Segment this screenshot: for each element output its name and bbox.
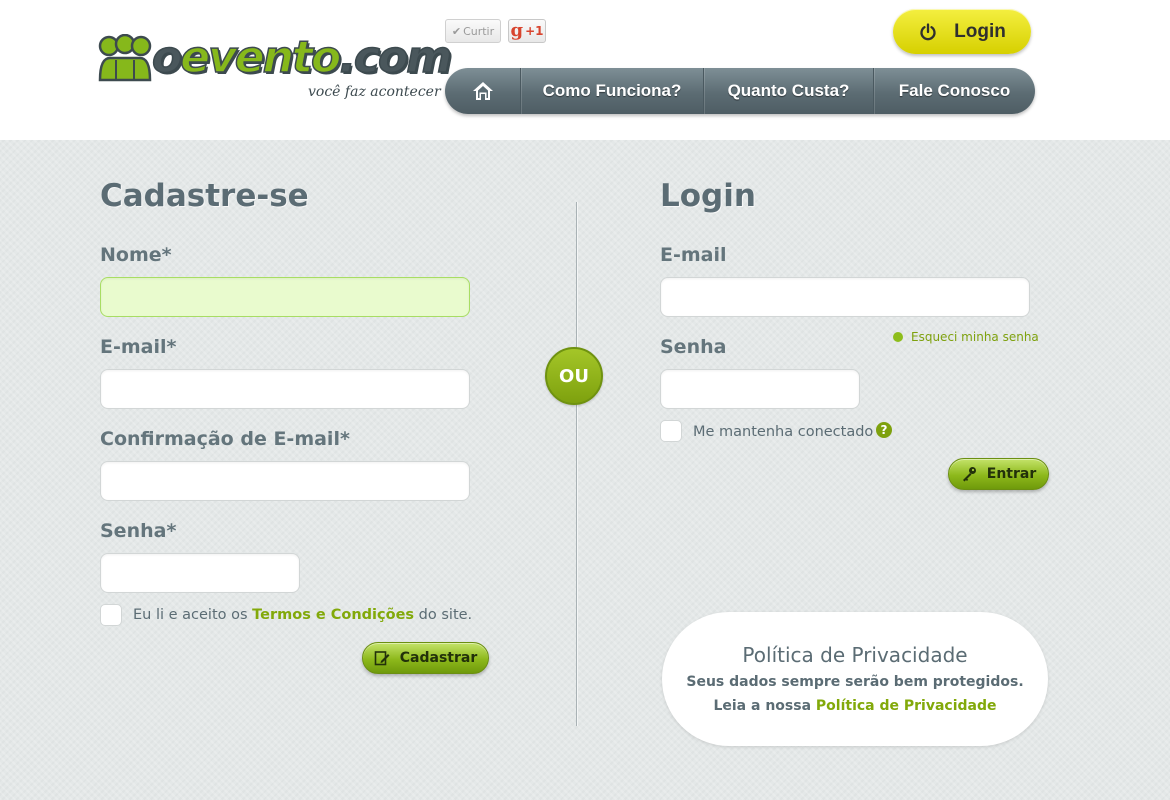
terms-text: Eu li e aceito os Termos e Condições do … <box>133 607 473 623</box>
email-confirm-label: Confirmação de E-mail* <box>100 428 350 450</box>
or-badge: OU <box>545 347 603 405</box>
email-label: E-mail* <box>100 336 177 358</box>
nav-como-funciona[interactable]: Como Funciona? <box>521 68 704 114</box>
site-header: oevento.com você faz acontecer ✔ Curtir … <box>0 0 1170 140</box>
register-senha-label: Senha* <box>100 520 177 542</box>
login-email-field[interactable] <box>660 277 1030 317</box>
google-plus-button[interactable]: g +1 <box>508 19 546 43</box>
entrar-label: Entrar <box>986 466 1037 482</box>
google-g-icon: g <box>510 20 524 41</box>
check-icon: ✔ <box>451 24 462 38</box>
header-login-label: Login <box>954 20 1006 42</box>
people-logo-icon <box>98 34 152 82</box>
home-icon <box>472 82 493 100</box>
edit-icon <box>374 651 390 666</box>
register-title: Cadastre-se <box>100 178 309 214</box>
curtir-label: Curtir <box>463 24 495 38</box>
terms-link[interactable]: Termos e Condições <box>252 607 414 623</box>
help-icon[interactable]: ? <box>876 422 892 438</box>
login-email-label: E-mail <box>660 244 727 266</box>
email-field[interactable] <box>100 369 470 409</box>
nav-home[interactable] <box>445 68 521 114</box>
column-divider <box>576 202 577 726</box>
remember-label: Me mantenha conectado <box>693 424 874 440</box>
forgot-password-link[interactable]: Esqueci minha senha <box>893 330 1039 344</box>
privacy-title: Política de Privacidade <box>742 643 968 667</box>
logo-wordmark: oevento.com <box>151 31 453 84</box>
privacy-line2: Leia a nossa Política de Privacidade <box>713 698 997 714</box>
remember-checkbox[interactable] <box>660 420 682 442</box>
cadastrar-label: Cadastrar <box>399 650 478 666</box>
terms-checkbox[interactable] <box>100 604 122 626</box>
register-password-field[interactable] <box>100 553 300 593</box>
cadastrar-button[interactable]: Cadastrar <box>362 642 489 674</box>
login-title: Login <box>660 178 756 214</box>
privacy-policy-link[interactable]: Política de Privacidade <box>816 698 997 714</box>
forgot-password-label: Esqueci minha senha <box>911 330 1039 344</box>
email-confirm-field[interactable] <box>100 461 470 501</box>
bullet-icon <box>893 332 903 342</box>
google-plus-label: +1 <box>525 24 544 38</box>
nav-quanto-custa[interactable]: Quanto Custa? <box>704 68 874 114</box>
logo-tagline: você faz acontecer <box>308 84 441 100</box>
entrar-button[interactable]: Entrar <box>948 458 1049 490</box>
header-login-button[interactable]: Login <box>893 9 1031 54</box>
main-nav: Como Funciona? Quanto Custa? Fale Conosc… <box>445 68 1035 114</box>
power-icon <box>920 22 936 40</box>
login-senha-label: Senha <box>660 336 727 358</box>
nav-fale-conosco[interactable]: Fale Conosco <box>874 68 1035 114</box>
key-icon <box>962 467 976 482</box>
curtir-button[interactable]: ✔ Curtir <box>445 19 501 43</box>
nome-label: Nome* <box>100 244 172 266</box>
main-content: Cadastre-se Nome* E-mail* Confirmação de… <box>0 140 1170 800</box>
nome-field[interactable] <box>100 277 470 317</box>
login-password-field[interactable] <box>660 369 860 409</box>
site-logo[interactable]: oevento.com você faz acontecer <box>98 31 453 104</box>
privacy-line1: Seus dados sempre serão bem protegidos. <box>686 674 1024 690</box>
privacy-box: Política de Privacidade Seus dados sempr… <box>662 612 1048 746</box>
